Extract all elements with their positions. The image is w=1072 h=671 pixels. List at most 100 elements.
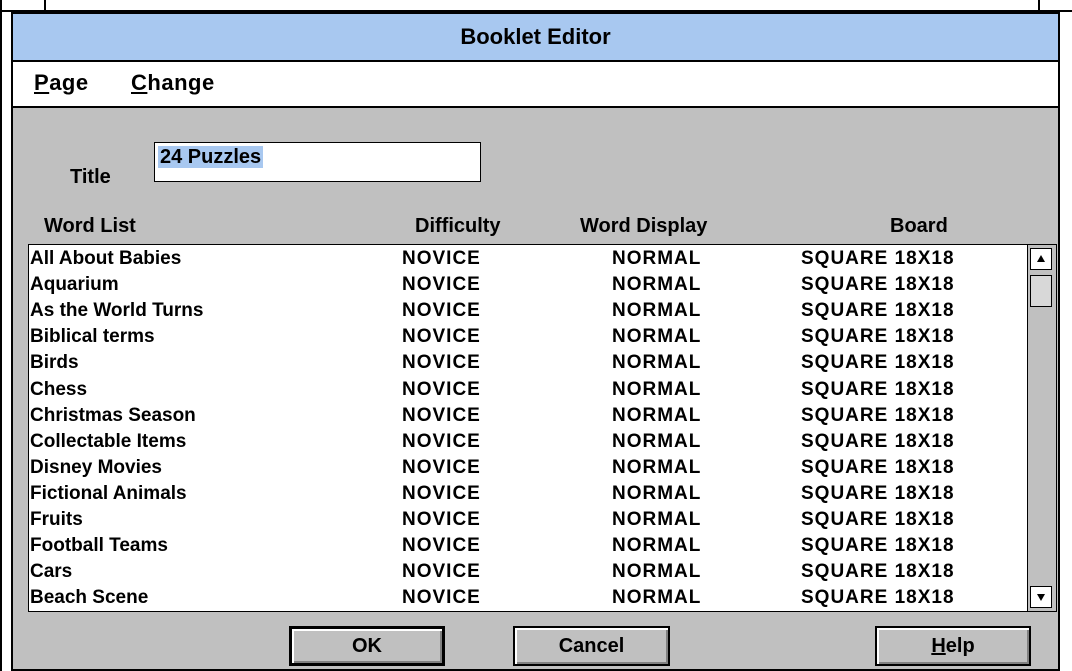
dialog-client-area: Title 24 Puzzles Word List Difficulty Wo…	[13, 108, 1058, 669]
menu-bar: Page Change	[13, 62, 1058, 108]
column-header-word-display: Word Display	[580, 215, 708, 237]
background-tick-top-right	[1038, 0, 1040, 12]
list-item-name: All About Babies	[30, 248, 182, 269]
list-item-word-display: NORMAL	[612, 248, 702, 269]
list-item-word-display: NORMAL	[612, 378, 702, 400]
list-item-board: SQUARE 18X18	[801, 430, 955, 452]
list-item[interactable]: Cars NOVICE NORMAL SQUARE 18X18	[29, 561, 1029, 587]
list-item[interactable]: Collectable Items NOVICE NORMAL SQUARE 18X1…	[29, 431, 1029, 457]
word-list-listbox[interactable]: All About Babies NOVICE NORMAL SQUARE 18X18…	[28, 244, 1057, 612]
menu-page[interactable]: Page	[34, 70, 89, 96]
list-item[interactable]: Biblical terms NOVICE NORMAL SQUARE 18X18	[29, 326, 1029, 352]
list-item-word-display: NORMAL	[612, 456, 702, 478]
list-item-name: Collectable Items	[30, 430, 187, 452]
list-item-word-display: NORMAL	[612, 404, 702, 426]
list-item[interactable]: Fruits NOVICE NORMAL SQUARE 18X18	[29, 509, 1029, 535]
list-item-name: As the World Turns	[30, 300, 204, 322]
list-item-board: SQUARE 18X18	[801, 509, 955, 530]
menu-change-accelerator: C	[131, 70, 148, 95]
help-button-accelerator: H	[931, 634, 946, 657]
list-item-board: SQUARE 18X18	[801, 274, 955, 296]
list-item-name: Disney Movies	[30, 456, 162, 478]
title-input-value: 24 Puzzles	[158, 146, 264, 168]
list-item-name: Cars	[30, 561, 73, 583]
list-item-word-display: NORMAL	[612, 352, 702, 374]
list-item[interactable]: As the World Turns NOVICE NORMAL SQUARE 18X…	[29, 300, 1029, 326]
list-item-difficulty: NOVICE	[402, 456, 481, 478]
title-bar[interactable]: Booklet Editor	[13, 14, 1058, 62]
list-item-board: SQUARE 18X18	[801, 482, 955, 504]
list-item-board: SQUARE 18X18	[801, 326, 955, 348]
list-item-name: Fictional Animals	[30, 482, 187, 504]
list-item-board: SQUARE 18X18	[801, 404, 955, 426]
list-item-difficulty: NOVICE	[402, 430, 481, 452]
list-item-board: SQUARE 18X18	[801, 535, 955, 557]
list-item-difficulty: NOVICE	[402, 561, 481, 583]
list-item[interactable]: Birds NOVICE NORMAL SQUARE 18X18	[29, 352, 1029, 378]
list-item-name: Biblical terms	[30, 326, 155, 348]
list-item-difficulty: NOVICE	[402, 352, 481, 374]
list-item[interactable]: Chess NOVICE NORMAL SQUARE 18X18	[29, 379, 1029, 405]
list-item-board: SQUARE 18X18	[801, 561, 955, 583]
menu-page-label: age	[49, 70, 89, 95]
list-item[interactable]: Disney Movies NOVICE NORMAL SQUARE 18X18	[29, 457, 1029, 483]
list-item-difficulty: NOVICE	[402, 404, 481, 426]
cancel-button-label: Cancel	[558, 634, 625, 657]
menu-change-label: hange	[147, 70, 215, 95]
list-item-difficulty: NOVICE	[402, 326, 481, 348]
list-item[interactable]: Fictional Animals NOVICE NORMAL SQUARE 18X1…	[29, 483, 1029, 509]
list-item[interactable]: Football Teams NOVICE NORMAL SQUARE 18X18	[29, 535, 1029, 561]
column-header-word-list: Word List	[44, 215, 136, 237]
list-item-board: SQUARE 18X18	[801, 378, 955, 400]
list-item[interactable]: All About Babies NOVICE NORMAL SQUARE 18X18	[29, 248, 1029, 274]
list-item-difficulty: NOVICE	[402, 378, 481, 400]
title-input[interactable]: 24 Puzzles	[154, 142, 481, 182]
list-item-word-display: NORMAL	[612, 300, 702, 322]
list-item-name: Fruits	[30, 509, 83, 530]
list-item[interactable]: Christmas Season NOVICE NORMAL SQUARE 18X18	[29, 405, 1029, 431]
ok-button[interactable]: OK	[289, 626, 445, 666]
cancel-button[interactable]: Cancel	[513, 626, 670, 666]
list-item-word-display: NORMAL	[612, 561, 702, 583]
list-item-difficulty: NOVICE	[402, 587, 481, 609]
list-item-name: Birds	[30, 352, 79, 374]
list-item-word-display: NORMAL	[612, 509, 702, 530]
vertical-scrollbar[interactable]	[1027, 245, 1056, 611]
background-tick-top-left	[44, 0, 46, 12]
window-title: Booklet Editor	[460, 24, 611, 49]
booklet-editor-dialog: Booklet Editor Page Change Title 24 Puzz…	[11, 12, 1060, 671]
ok-button-label: OK	[352, 634, 382, 657]
help-button[interactable]: Help	[875, 626, 1031, 666]
list-item-board: SQUARE 18X18	[801, 352, 955, 374]
list-item-board: SQUARE 18X18	[801, 587, 955, 609]
list-item-word-display: NORMAL	[612, 535, 702, 557]
list-item-difficulty: NOVICE	[402, 535, 481, 557]
list-item-word-display: NORMAL	[612, 587, 702, 609]
list-item-difficulty: NOVICE	[402, 274, 481, 296]
list-item-name: Chess	[30, 378, 88, 400]
list-item-difficulty: NOVICE	[402, 509, 481, 530]
list-item-board: SQUARE 18X18	[801, 300, 955, 322]
help-button-label: elp	[945, 634, 975, 657]
list-item-difficulty: NOVICE	[402, 482, 481, 504]
column-header-difficulty: Difficulty	[415, 215, 501, 237]
list-item-name: Aquarium	[30, 274, 119, 296]
menu-page-accelerator: P	[34, 70, 50, 95]
arrow-down-icon[interactable]	[1030, 586, 1052, 608]
menu-change[interactable]: Change	[131, 70, 215, 96]
list-item-word-display: NORMAL	[612, 430, 702, 452]
list-item-difficulty: NOVICE	[402, 300, 481, 322]
list-item-difficulty: NOVICE	[402, 248, 481, 269]
list-item-name: Beach Scene	[30, 587, 149, 609]
column-header-board: Board	[890, 215, 948, 237]
list-item-word-display: NORMAL	[612, 274, 702, 296]
background-window-edge-left	[0, 0, 2, 671]
list-item[interactable]: Beach Scene NOVICE NORMAL SQUARE 18X18	[29, 587, 1029, 611]
list-item-board: SQUARE 18X18	[801, 456, 955, 478]
scroll-thumb[interactable]	[1030, 275, 1052, 307]
list-item[interactable]: Aquarium NOVICE NORMAL SQUARE 18X18	[29, 274, 1029, 300]
list-item-name: Christmas Season	[30, 404, 196, 426]
arrow-up-icon[interactable]	[1030, 248, 1052, 270]
list-item-board: SQUARE 18X18	[801, 248, 955, 269]
list-item-name: Football Teams	[30, 535, 168, 557]
